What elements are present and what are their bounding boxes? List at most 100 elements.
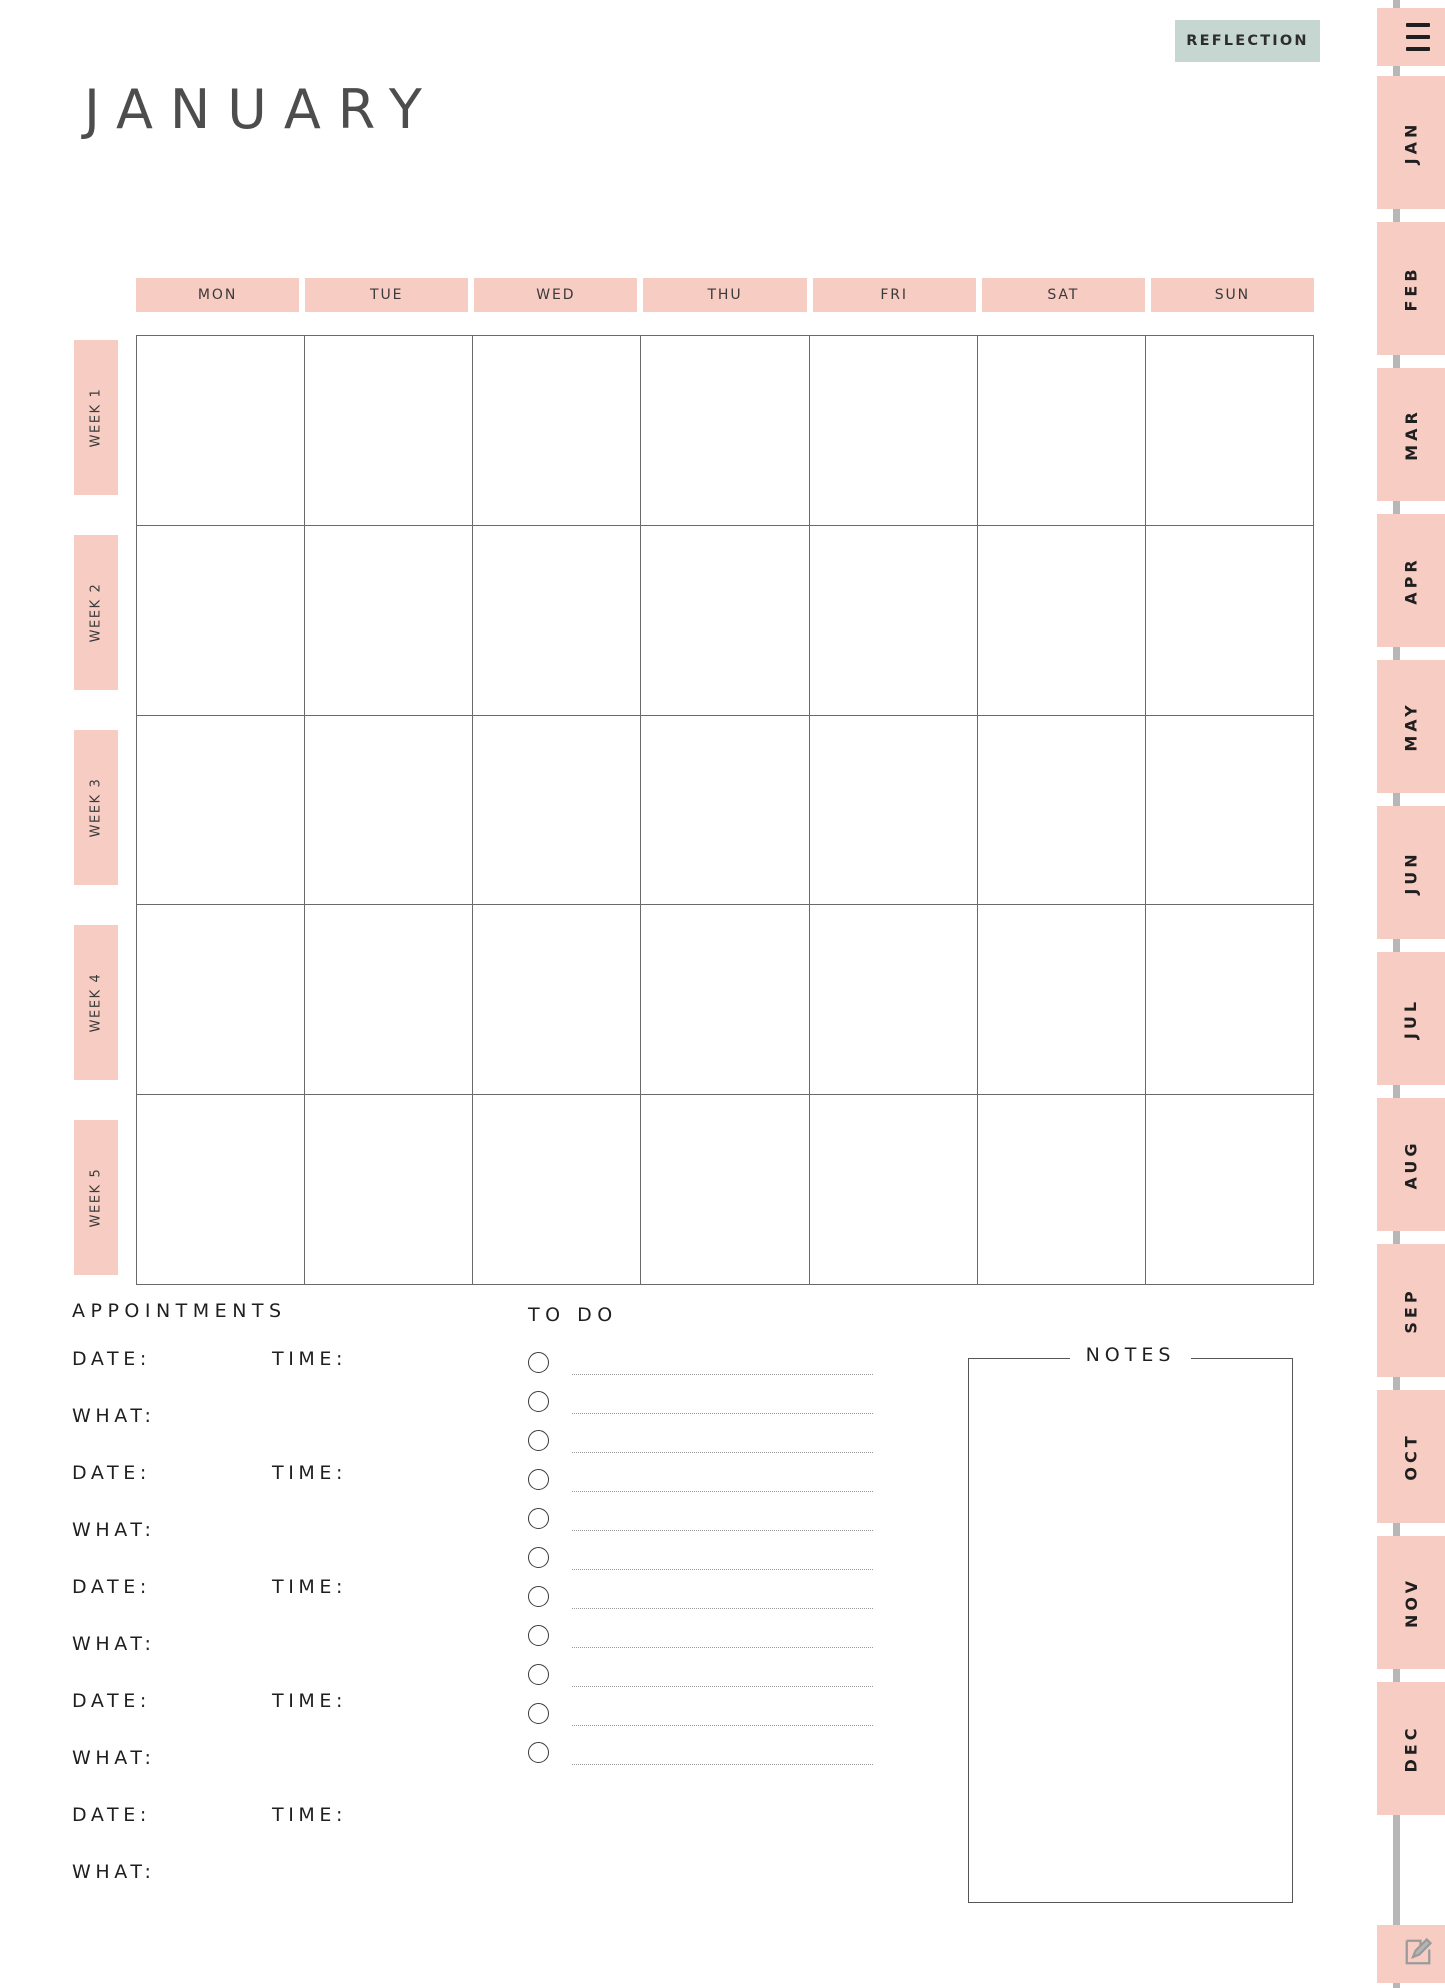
day-header-thu: THU <box>643 278 807 312</box>
notes-title: NOTES <box>1069 1344 1192 1366</box>
calendar-cell[interactable] <box>305 715 474 906</box>
calendar-cell[interactable] <box>977 525 1146 716</box>
todo-checkbox[interactable] <box>528 1586 549 1607</box>
todo-text-input[interactable] <box>572 1569 873 1570</box>
week-label-text: WEEK 5 <box>88 1167 104 1228</box>
appointment-date-row: DATE: TIME: <box>72 1690 492 1747</box>
sidebar-month-tab-sep[interactable]: SEP <box>1377 1244 1445 1377</box>
calendar-cell[interactable] <box>305 905 474 1096</box>
calendar-cell[interactable] <box>473 525 642 716</box>
sidebar-month-label: AUG <box>1401 1139 1421 1190</box>
calendar-cell[interactable] <box>809 336 978 526</box>
calendar-cell[interactable] <box>473 1095 642 1285</box>
reflection-button[interactable]: REFLECTION <box>1175 20 1320 62</box>
sidebar-month-tab-nov[interactable]: NOV <box>1377 1536 1445 1669</box>
calendar-cell[interactable] <box>641 525 810 716</box>
todo-text-input[interactable] <box>572 1764 873 1765</box>
calendar-cell[interactable] <box>473 715 642 906</box>
calendar-cell[interactable] <box>1145 525 1314 716</box>
todo-text-input[interactable] <box>572 1608 873 1609</box>
sidebar-month-tab-oct[interactable]: OCT <box>1377 1390 1445 1523</box>
todo-text-input[interactable] <box>572 1491 873 1492</box>
calendar-cell[interactable] <box>977 1095 1146 1285</box>
pencil-edit-icon[interactable] <box>1403 1937 1433 1971</box>
todo-text-input[interactable] <box>572 1725 873 1726</box>
week-label-3: WEEK 3 <box>74 730 118 885</box>
calendar-cell[interactable] <box>305 1095 474 1285</box>
sidebar-month-label: APR <box>1401 556 1421 605</box>
calendar-cell[interactable] <box>305 336 474 526</box>
calendar-cell[interactable] <box>137 525 306 716</box>
sidebar-month-label: JUN <box>1401 850 1421 895</box>
week-label-text: WEEK 1 <box>88 387 104 448</box>
todo-checkbox[interactable] <box>528 1352 549 1373</box>
todo-checkbox[interactable] <box>528 1508 549 1529</box>
todo-checkbox[interactable] <box>528 1391 549 1412</box>
appointment-what-label: WHAT: <box>72 1747 156 1769</box>
todo-text-input[interactable] <box>572 1413 873 1414</box>
notes-input-area[interactable] <box>968 1358 1293 1903</box>
sidebar-month-tab-may[interactable]: MAY <box>1377 660 1445 793</box>
calendar-cell[interactable] <box>977 905 1146 1096</box>
appointment-date-row: DATE: TIME: <box>72 1348 492 1405</box>
sidebar-month-tab-apr[interactable]: APR <box>1377 514 1445 647</box>
sidebar-month-tab-feb[interactable]: FEB <box>1377 222 1445 355</box>
appointment-what-label: WHAT: <box>72 1519 156 1541</box>
appointment-what-row: WHAT: <box>72 1747 492 1804</box>
appointment-date-row: DATE: TIME: <box>72 1462 492 1519</box>
appointment-what-label: WHAT: <box>72 1633 156 1655</box>
calendar-cell[interactable] <box>809 525 978 716</box>
todo-checkbox[interactable] <box>528 1742 549 1763</box>
sidebar-month-label: JUL <box>1401 997 1421 1040</box>
appointment-time-label: TIME: <box>272 1462 348 1484</box>
sidebar-menu-tab[interactable] <box>1377 8 1445 66</box>
todo-checkbox[interactable] <box>528 1703 549 1724</box>
calendar-cell[interactable] <box>977 336 1146 526</box>
calendar-cell[interactable] <box>1145 1095 1314 1285</box>
sidebar-edit-tab[interactable] <box>1377 1925 1445 1983</box>
day-header-tue: TUE <box>305 278 469 312</box>
calendar-cell[interactable] <box>809 1095 978 1285</box>
todo-checkbox[interactable] <box>528 1469 549 1490</box>
todo-item <box>528 1699 873 1738</box>
calendar-cell[interactable] <box>305 525 474 716</box>
calendar-cell[interactable] <box>641 905 810 1096</box>
calendar-cell[interactable] <box>137 336 306 526</box>
todo-text-input[interactable] <box>572 1374 873 1375</box>
week-label-5: WEEK 5 <box>74 1120 118 1275</box>
calendar-cell[interactable] <box>137 715 306 906</box>
todo-text-input[interactable] <box>572 1530 873 1531</box>
calendar-cell[interactable] <box>1145 715 1314 906</box>
todo-text-input[interactable] <box>572 1452 873 1453</box>
sidebar-month-tab-jan[interactable]: JAN <box>1377 76 1445 209</box>
appointment-date-row: DATE: TIME: <box>72 1804 492 1861</box>
todo-checkbox[interactable] <box>528 1625 549 1646</box>
todo-section: TO DO <box>528 1304 873 1765</box>
calendar-cell[interactable] <box>641 715 810 906</box>
todo-checkbox[interactable] <box>528 1430 549 1451</box>
calendar-cell[interactable] <box>473 905 642 1096</box>
todo-text-input[interactable] <box>572 1647 873 1648</box>
calendar-cell[interactable] <box>641 1095 810 1285</box>
sidebar-month-tab-jul[interactable]: JUL <box>1377 952 1445 1085</box>
todo-item <box>528 1426 873 1465</box>
calendar-cell[interactable] <box>1145 336 1314 526</box>
sidebar-month-tab-aug[interactable]: AUG <box>1377 1098 1445 1231</box>
calendar-cell[interactable] <box>809 715 978 906</box>
calendar-cell[interactable] <box>809 905 978 1096</box>
calendar-cell[interactable] <box>977 715 1146 906</box>
month-sidebar: JAN FEB MAR APR MAY JUN JUL AUG SEP OCT NOV DEC <box>1355 0 1445 1988</box>
calendar-cell[interactable] <box>137 1095 306 1285</box>
hamburger-menu-icon[interactable] <box>1406 23 1430 51</box>
calendar-cell[interactable] <box>641 336 810 526</box>
day-header-fri: FRI <box>812 278 976 312</box>
sidebar-month-tab-mar[interactable]: MAR <box>1377 368 1445 501</box>
sidebar-month-tab-jun[interactable]: JUN <box>1377 806 1445 939</box>
calendar-cell[interactable] <box>473 336 642 526</box>
calendar-cell[interactable] <box>137 905 306 1096</box>
sidebar-month-tab-dec[interactable]: DEC <box>1377 1682 1445 1815</box>
todo-checkbox[interactable] <box>528 1664 549 1685</box>
calendar-cell[interactable] <box>1145 905 1314 1096</box>
todo-checkbox[interactable] <box>528 1547 549 1568</box>
todo-text-input[interactable] <box>572 1686 873 1687</box>
